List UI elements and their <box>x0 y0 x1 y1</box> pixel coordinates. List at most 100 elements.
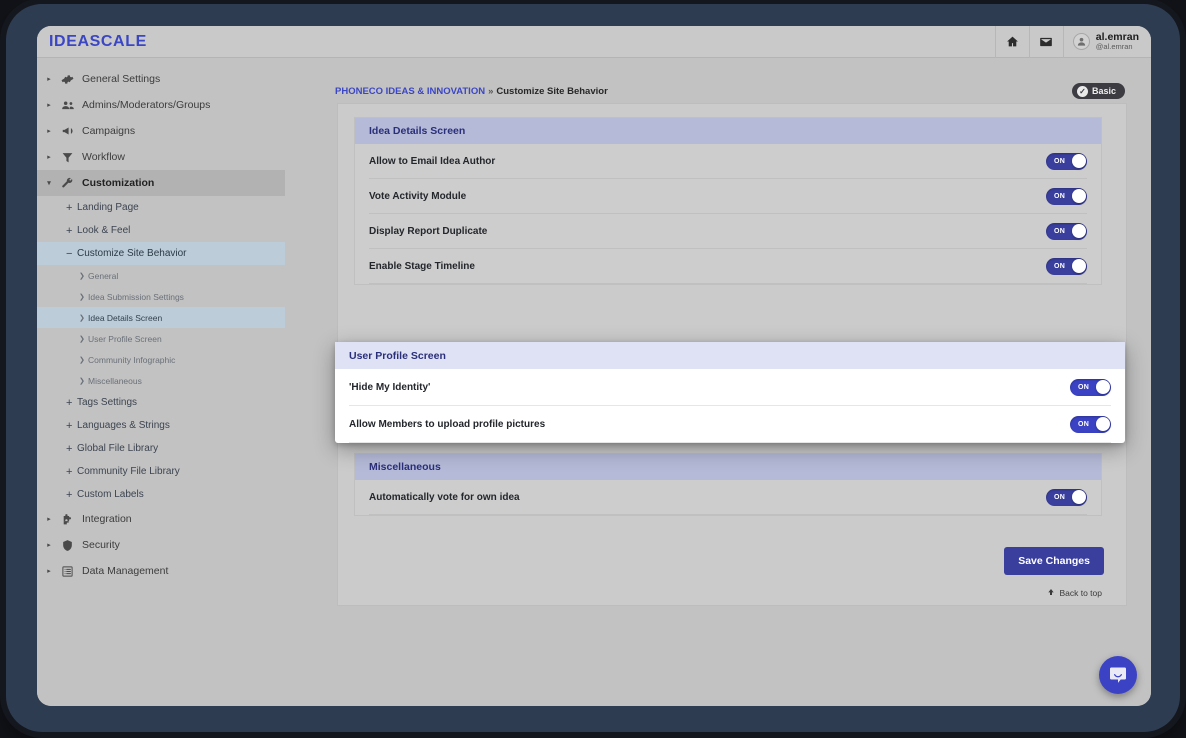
sidebar-item-idea-submission-settings[interactable]: ❯ Idea Submission Settings <box>37 286 285 307</box>
chevron-down-icon[interactable]: ▾ <box>45 179 53 187</box>
plus-icon[interactable]: + <box>66 397 77 409</box>
chevron-right-icon[interactable]: ▸ <box>45 567 53 575</box>
save-button[interactable]: Save Changes <box>1004 547 1104 575</box>
check-circle-icon: ✓ <box>1076 85 1088 97</box>
sidebar-item-label: Customization <box>82 177 155 189</box>
chevron-right-icon[interactable]: ▸ <box>45 101 53 109</box>
sidebar-item-admins-moderators-groups[interactable]: ▸ Admins/Moderators/Groups <box>37 92 285 118</box>
setting-row: Automatically vote for own idea ON <box>369 480 1087 515</box>
sidebar-item-tags-settings[interactable]: + Tags Settings <box>37 391 285 414</box>
plus-icon[interactable]: + <box>66 225 77 237</box>
avatar <box>1072 33 1090 50</box>
status-badge[interactable]: ✓ Basic <box>1071 83 1125 99</box>
card-title: User Profile Screen <box>335 342 1125 369</box>
chevron-right-icon[interactable]: ▸ <box>45 541 53 549</box>
chevron-right-icon[interactable]: ▸ <box>45 153 53 161</box>
sidebar-item-look-feel[interactable]: + Look & Feel <box>37 219 285 242</box>
sidebar-item-label: Integration <box>82 513 132 525</box>
sidebar-item-data-management[interactable]: ▸ Data Management <box>37 558 285 584</box>
shield-icon <box>60 538 75 553</box>
sidebar-item-label: User Profile Screen <box>88 333 162 344</box>
sidebar-item-label: Security <box>82 539 120 551</box>
toggle-switch[interactable]: ON <box>1070 415 1111 433</box>
wrench-icon <box>60 176 75 191</box>
toggle-knob <box>1095 417 1110 431</box>
funnel-icon <box>60 150 75 165</box>
toggle-state-label: ON <box>1054 493 1066 501</box>
plus-icon[interactable]: + <box>66 489 77 501</box>
sidebar-item-community-file-library[interactable]: + Community File Library <box>37 460 285 483</box>
sidebar-item-customize-site-behavior[interactable]: − Customize Site Behavior <box>37 242 285 265</box>
sidebar-item-landing-page[interactable]: + Landing Page <box>37 196 285 219</box>
plus-icon[interactable]: + <box>66 420 77 432</box>
breadcrumb-current: Customize Site Behavior <box>496 86 608 97</box>
home-icon[interactable] <box>994 26 1029 58</box>
sidebar-item-label: Customize Site Behavior <box>77 248 187 259</box>
chevron-right-icon[interactable]: ▸ <box>45 75 53 83</box>
minus-icon[interactable]: − <box>66 248 77 260</box>
database-list-icon <box>60 564 75 579</box>
toggle-state-label: ON <box>1078 383 1090 391</box>
sidebar-item-idea-details-screen[interactable]: ❯ Idea Details Screen <box>37 307 285 328</box>
toggle-switch[interactable]: ON <box>1046 187 1087 205</box>
toggle-switch[interactable]: ON <box>1046 257 1087 275</box>
setting-label: Allow to Email Idea Author <box>369 155 496 167</box>
sidebar-item-general[interactable]: ❯ General <box>37 265 285 286</box>
sidebar-item-miscellaneous[interactable]: ❯ Miscellaneous <box>37 370 285 391</box>
browser-viewport: IDEASCALE al.emran @al.emran ▸ General S… <box>37 26 1151 706</box>
gear-icon <box>60 72 75 87</box>
people-icon <box>60 98 75 113</box>
sidebar-item-custom-labels[interactable]: + Custom Labels <box>37 483 285 506</box>
setting-label: Allow Members to upload profile pictures <box>349 418 546 430</box>
breadcrumb: PHONECO IDEAS & INNOVATION» Customize Sit… <box>335 86 608 97</box>
chevron-right-icon[interactable]: ▸ <box>45 515 53 523</box>
toggle-state-label: ON <box>1078 420 1090 428</box>
sidebar-item-campaigns[interactable]: ▸ Campaigns <box>37 118 285 144</box>
envelope-icon[interactable] <box>1028 26 1063 58</box>
sidebar-nav[interactable]: ▸ General Settings ▸ Admins/Moderators/Grou… <box>37 58 285 706</box>
sidebar-item-community-infographic[interactable]: ❯ Community Infographic <box>37 349 285 370</box>
sidebar-item-security[interactable]: ▸ Security <box>37 532 285 558</box>
toggle-knob <box>1071 224 1086 238</box>
device-frame: IDEASCALE al.emran @al.emran ▸ General S… <box>6 4 1180 732</box>
chevron-right-small-icon: ❯ <box>79 314 85 322</box>
back-to-top-link[interactable]: Back to top <box>1047 588 1102 598</box>
sidebar-item-general-settings[interactable]: ▸ General Settings <box>37 66 285 92</box>
sidebar-item-languages-strings[interactable]: + Languages & Strings <box>37 414 285 437</box>
sidebar-item-integration[interactable]: ▸ Integration <box>37 506 285 532</box>
plus-icon[interactable]: + <box>66 443 77 455</box>
sidebar-item-user-profile-screen[interactable]: ❯ User Profile Screen <box>37 328 285 349</box>
brand-logo[interactable]: IDEASCALE <box>49 33 147 51</box>
sidebar-item-label: Admins/Moderators/Groups <box>82 99 211 111</box>
sidebar-item-global-file-library[interactable]: + Global File Library <box>37 437 285 460</box>
chevron-right-icon[interactable]: ▸ <box>45 127 53 135</box>
chevron-right-small-icon: ❯ <box>79 335 85 343</box>
plus-icon[interactable]: + <box>66 466 77 478</box>
card-title: Miscellaneous <box>355 454 1101 480</box>
chevron-right-small-icon: ❯ <box>79 293 85 301</box>
user-menu[interactable]: al.emran @al.emran <box>1062 26 1151 58</box>
setting-row: Allow to Email Idea Author ON <box>369 144 1087 179</box>
breadcrumb-root[interactable]: PHONECO IDEAS & INNOVATION <box>335 86 485 97</box>
toggle-switch[interactable]: ON <box>1070 378 1111 396</box>
sidebar-item-workflow[interactable]: ▸ Workflow <box>37 144 285 170</box>
megaphone-icon <box>60 124 75 139</box>
sidebar-item-label: Global File Library <box>77 443 159 454</box>
toggle-state-label: ON <box>1054 157 1066 165</box>
toggle-knob <box>1095 380 1110 394</box>
toggle-switch[interactable]: ON <box>1046 488 1087 506</box>
sidebar-item-label: Landing Page <box>77 202 139 213</box>
sidebar-item-label: Look & Feel <box>77 225 131 236</box>
toggle-knob <box>1071 259 1086 273</box>
setting-label: 'Hide My Identity' <box>349 381 431 393</box>
sidebar-item-label: Idea Details Screen <box>88 312 163 323</box>
sidebar-item-customization[interactable]: ▾ Customization <box>37 170 285 196</box>
card-title: Idea Details Screen <box>355 118 1101 144</box>
toggle-switch[interactable]: ON <box>1046 152 1087 170</box>
top-bar-actions: al.emran @al.emran <box>994 26 1151 58</box>
setting-label: Automatically vote for own idea <box>369 491 520 503</box>
plus-icon[interactable]: + <box>66 202 77 214</box>
toggle-switch[interactable]: ON <box>1046 222 1087 240</box>
toggle-knob <box>1071 189 1086 203</box>
chat-bubble-icon[interactable] <box>1099 656 1137 694</box>
